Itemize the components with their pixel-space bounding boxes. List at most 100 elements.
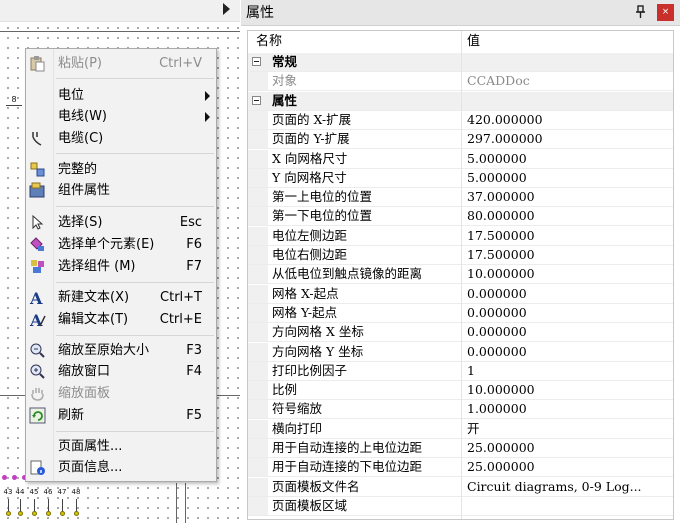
property-value[interactable]: 25.000000 <box>467 439 672 457</box>
property-value[interactable]: 0.000000 <box>467 285 672 303</box>
property-name: 从低电位到触点镜像的距离 <box>272 266 423 282</box>
row-gutter <box>248 188 268 207</box>
row-gutter <box>248 342 268 361</box>
new-text-icon: A <box>29 289 46 308</box>
property-value[interactable]: 0.000000 <box>467 343 672 361</box>
menu-item-complete[interactable]: 完整的 <box>26 159 216 180</box>
svg-text:A: A <box>29 289 43 306</box>
menu-item-wire[interactable]: 电线(W) <box>26 106 216 127</box>
connection-point <box>18 511 23 516</box>
menu-item-select-single[interactable]: 选择单个元素(E) F6 <box>26 234 216 255</box>
property-name: 比例 <box>272 382 298 398</box>
menu-item-cable[interactable]: 电缆(C) <box>26 128 216 149</box>
property-value[interactable]: Circuit diagrams, 0-9 Log... <box>467 478 672 496</box>
close-icon[interactable]: × <box>657 4 674 21</box>
property-value[interactable]: 0.000000 <box>467 304 672 322</box>
menu-item-label: 选择单个元素(E) <box>58 237 155 252</box>
collapse-toggle-icon[interactable] <box>252 95 261 105</box>
menu-item-label: 电线(W) <box>58 109 107 124</box>
property-value[interactable]: 80.000000 <box>467 207 672 225</box>
refresh-icon <box>29 407 46 424</box>
property-value[interactable]: 420.000000 <box>467 111 672 129</box>
property-value[interactable]: 37.000000 <box>467 188 672 206</box>
collapse-toggle-icon[interactable] <box>252 57 261 66</box>
row-gutter <box>248 149 268 168</box>
terminal-label: 48 <box>71 488 81 496</box>
paste-icon <box>29 55 46 72</box>
menu-item-pan-panel[interactable]: 缩放面板 <box>26 383 216 404</box>
menu-item-label: 电缆(C) <box>58 131 104 146</box>
menu-separator <box>56 78 214 79</box>
property-name: 横向打印 <box>272 420 323 436</box>
property-value[interactable]: 17.500000 <box>467 227 672 245</box>
property-value[interactable]: 0.000000 <box>467 323 672 341</box>
select-single-icon <box>29 236 46 253</box>
menu-item-zoom-window[interactable]: 缩放窗口 F4 <box>26 361 216 382</box>
menu-item-new-text[interactable]: A 新建文本(X) Ctrl+T <box>26 287 216 308</box>
connection-point <box>46 511 51 516</box>
property-name: 电位左侧边距 <box>272 227 348 243</box>
row-gutter <box>248 72 268 91</box>
menu-item-label: 页面属性... <box>58 439 123 454</box>
context-menu: 粘贴(P) Ctrl+V 电位 电线(W) 电缆(C) 完整的 组件属性 选择(… <box>25 48 217 482</box>
menu-item-select[interactable]: 选择(S) Esc <box>26 212 216 233</box>
connection-point <box>32 511 37 516</box>
row-gutter <box>248 265 268 284</box>
row-gutter <box>248 496 268 515</box>
property-value[interactable]: 1 <box>467 362 672 380</box>
menu-item-paste[interactable]: 粘贴(P) Ctrl+V <box>26 53 216 74</box>
wire-line <box>185 483 186 523</box>
row-gutter <box>248 381 268 400</box>
row-gutter <box>248 284 268 303</box>
menu-item-refresh[interactable]: 刷新 F5 <box>26 405 216 426</box>
pin-icon[interactable] <box>634 5 648 19</box>
property-value[interactable]: 25.000000 <box>467 458 672 476</box>
menu-item-label: 组件属性 <box>58 183 111 198</box>
menu-item-select-component[interactable]: 选择组件 (M) F7 <box>26 256 216 277</box>
menu-item-shortcut: F5 <box>186 408 202 423</box>
property-value[interactable]: 5.000000 <box>467 150 672 168</box>
terminal-label: 44 <box>15 488 25 496</box>
property-value[interactable]: 10.000000 <box>467 265 672 283</box>
connection-point <box>60 511 65 516</box>
menu-item-potential[interactable]: 电位 <box>26 85 216 106</box>
row-gutter <box>248 439 268 457</box>
menu-item-label: 完整的 <box>58 162 98 177</box>
property-value[interactable]: 10.000000 <box>467 381 672 399</box>
menu-item-shortcut: F4 <box>186 364 202 379</box>
menu-item-page-info[interactable]: 页面信息... <box>26 457 216 478</box>
wire-line <box>176 483 177 523</box>
connection-point <box>74 511 79 516</box>
row-gutter <box>248 361 268 380</box>
menu-item-shortcut: F7 <box>186 259 202 274</box>
menu-item-component-properties[interactable]: 组件属性 <box>26 180 216 201</box>
row-gutter <box>248 130 268 149</box>
property-name: 网格 Y-起点 <box>272 304 338 320</box>
property-value[interactable]: CCADDoc <box>467 72 672 90</box>
canvas-toolbar <box>0 0 240 22</box>
menu-item-label: 新建文本(X) <box>58 290 130 305</box>
row-gutter <box>248 400 268 419</box>
menu-item-edit-text[interactable]: A 编辑文本(T) Ctrl+E <box>26 309 216 330</box>
property-value[interactable]: 5.000000 <box>467 169 672 187</box>
menu-item-shortcut: Ctrl+V <box>159 56 202 71</box>
property-value[interactable]: 开 <box>467 420 672 438</box>
zoom-window-icon <box>29 363 46 380</box>
menu-item-zoom-original[interactable]: 缩放至原始大小 F3 <box>26 340 216 361</box>
row-gutter <box>248 477 268 496</box>
menu-item-page-properties[interactable]: 页面属性... <box>26 436 216 457</box>
menu-separator <box>56 431 214 432</box>
row-gutter <box>248 207 268 226</box>
menu-item-label: 编辑文本(T) <box>58 312 129 327</box>
column-splitter[interactable] <box>461 31 462 519</box>
connection-point <box>6 511 11 516</box>
component-properties-icon <box>29 182 46 199</box>
page-info-icon <box>29 459 46 476</box>
property-name: 第一下电位的位置 <box>272 208 373 224</box>
expand-arrow-icon[interactable] <box>223 3 230 15</box>
terminal-node <box>2 475 7 480</box>
property-value[interactable]: 17.500000 <box>467 246 672 264</box>
property-value[interactable]: 1.000000 <box>467 400 672 418</box>
property-value[interactable]: 297.000000 <box>467 130 672 148</box>
property-name: 用于自动连接的上电位边距 <box>272 440 423 455</box>
